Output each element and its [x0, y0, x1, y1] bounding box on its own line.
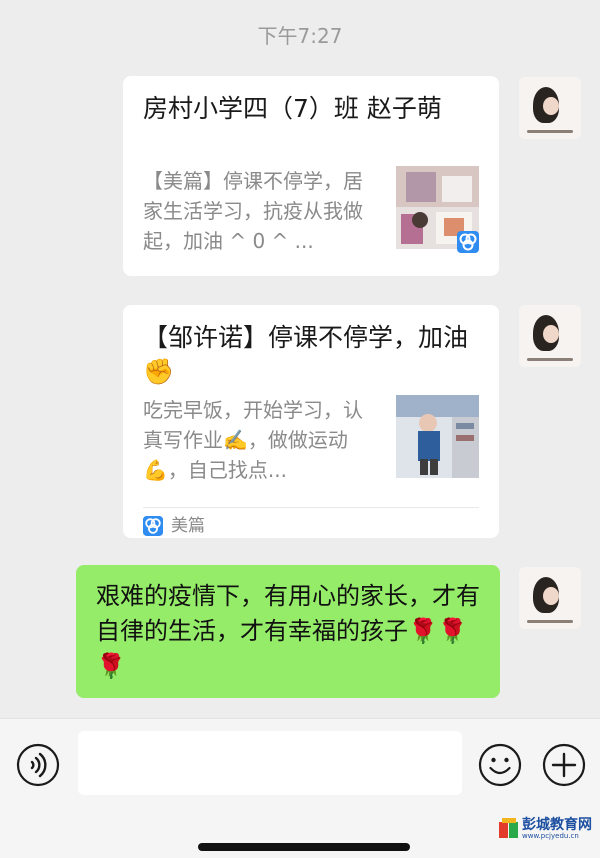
- text-message-bubble[interactable]: 艰难的疫情下，有用心的家长，才有自律的生活，才有幸福的孩子🌹🌹🌹: [76, 565, 500, 698]
- card-title: 【邹许诺】停课不停学，加油✊: [143, 323, 469, 386]
- timestamp: 下午7:27: [257, 24, 343, 48]
- emoji-button[interactable]: [478, 743, 522, 787]
- message-input[interactable]: [78, 731, 462, 795]
- emoji-icon: [478, 743, 522, 787]
- link-card-1[interactable]: 房村小学四（7）班 赵子萌 【美篇】停课不停学，居家生活学习，抗疫从我做起，加油…: [123, 76, 499, 276]
- input-bar: 彭城教育网 www.pcjyedu.cn: [0, 718, 600, 858]
- avatar[interactable]: [519, 305, 581, 367]
- plus-icon: [542, 743, 586, 787]
- watermark-url: www.pcjyedu.cn: [522, 832, 579, 840]
- avatar[interactable]: [519, 77, 581, 139]
- card-thumbnail: [396, 395, 479, 478]
- card-source: 美篇: [143, 507, 479, 544]
- card-description: 【美篇】停课不停学，居家生活学习，抗疫从我做起，加油 ^ 0 ^ ...: [143, 169, 363, 253]
- source-label: 美篇: [171, 516, 205, 536]
- meipian-badge-icon: [457, 231, 479, 253]
- meipian-logo-icon: [143, 516, 163, 541]
- voice-button[interactable]: [16, 743, 60, 787]
- home-indicator[interactable]: [198, 843, 410, 851]
- add-button[interactable]: [542, 743, 586, 787]
- link-card-2[interactable]: 【邹许诺】停课不停学，加油✊ 吃完早饭，开始学习，认真写作业✍️，做做运动💪，自…: [123, 305, 499, 538]
- voice-icon: [16, 743, 60, 787]
- watermark-name: 彭城教育网: [522, 817, 592, 833]
- card-title: 房村小学四（7）班 赵子萌: [143, 94, 442, 123]
- card-description: 吃完早饭，开始学习，认真写作业✍️，做做运动💪，自己找点...: [143, 398, 363, 482]
- avatar[interactable]: [519, 567, 581, 629]
- message-text: 艰难的疫情下，有用心的家长，才有自律的生活，才有幸福的孩子🌹🌹🌹: [96, 582, 480, 680]
- watermark: 彭城教育网 www.pcjyedu.cn: [498, 813, 594, 849]
- book-logo-icon: [499, 818, 518, 838]
